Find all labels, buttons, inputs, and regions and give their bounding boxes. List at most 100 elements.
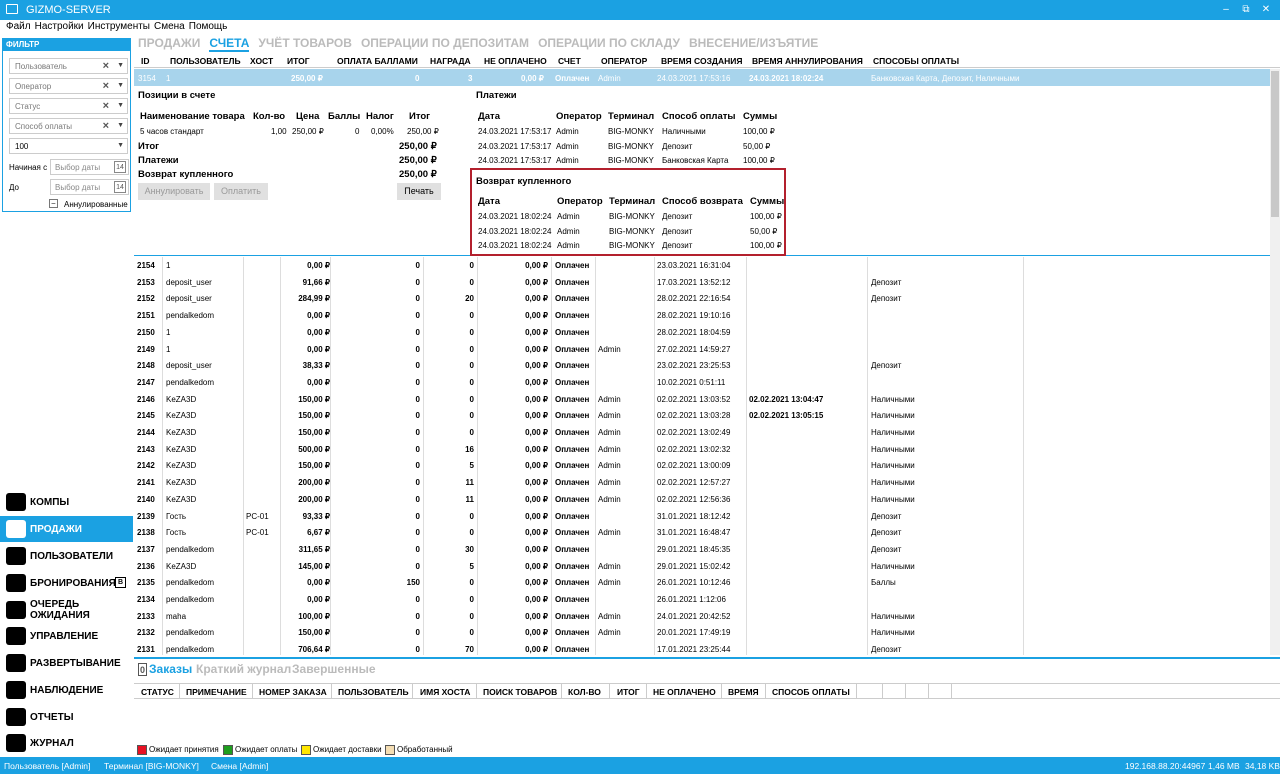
chevron-down-icon[interactable]: ▼ xyxy=(117,82,124,89)
pay-button[interactable]: Оплатить xyxy=(214,183,268,200)
annul-button[interactable]: Аннулировать xyxy=(138,183,210,200)
sidebar-item-9[interactable]: ЖУРНАЛ xyxy=(0,730,133,756)
col-order-time[interactable]: ВРЕМЯ xyxy=(728,687,759,697)
col-order-total[interactable]: ИТОГ xyxy=(617,687,640,697)
tab-stock-operations[interactable]: ОПЕРАЦИИ ПО СКЛАДУ xyxy=(538,36,680,50)
col-unpaid[interactable]: НЕ ОПЛАЧЕНО xyxy=(484,56,547,66)
tab-product-accounting[interactable]: УЧЁТ ТОВАРОВ xyxy=(258,36,352,50)
vertical-scrollbar[interactable] xyxy=(1270,69,1280,655)
sidebar-item-4[interactable]: ОЧЕРЕДЬ ОЖИДАНИЯ xyxy=(0,597,133,623)
clear-icon[interactable]: × xyxy=(103,80,109,92)
col-annulled[interactable]: ВРЕМЯ АННУЛИРОВАНИЯ xyxy=(752,56,863,66)
table-row[interactable]: 2136 KeZA3D 145,00 ₽ 0 5 0,00 ₽ Оплачен Admin 29… xyxy=(134,558,1270,575)
operator-filter-combo[interactable]: Оператор × ▼ xyxy=(9,78,128,94)
table-row[interactable]: 2137 pendalkedom 311,65 ₽ 0 30 0,00 ₽ Оплачен 2… xyxy=(134,541,1270,558)
user-filter-combo[interactable]: Пользователь × ▼ xyxy=(9,58,128,74)
table-row[interactable]: 2135 pendalkedom 0,00 ₽ 150 0 0,00 ₽ Оплачен Ad… xyxy=(134,574,1270,591)
table-row[interactable]: 2131 pendalkedom 706,64 ₽ 0 70 0,00 ₽ Оплачен 1… xyxy=(134,641,1270,655)
col-order-unpaid[interactable]: НЕ ОПЛАЧЕНО xyxy=(653,687,716,697)
table-row[interactable]: 2143 KeZA3D 500,00 ₽ 0 16 0,00 ₽ Оплачен Admin 0… xyxy=(134,441,1270,458)
table-row[interactable]: 2133 maha 100,00 ₽ 0 0 0,00 ₽ Оплачен Admin 24.0… xyxy=(134,608,1270,625)
clear-icon[interactable]: × xyxy=(103,100,109,112)
col-order-note[interactable]: ПРИМЕЧАНИЕ xyxy=(186,687,247,697)
tab-completed[interactable]: Завершенные xyxy=(292,662,376,676)
col-order-host[interactable]: ИМЯ ХОСТА xyxy=(420,687,470,697)
annulled-checkbox[interactable]: – xyxy=(49,199,58,208)
sidebar-item-8[interactable]: ОТЧЕТЫ xyxy=(0,704,133,730)
calendar-icon[interactable]: 14 xyxy=(114,181,126,193)
sidebar-item-5[interactable]: УПРАВЛЕНИЕ xyxy=(0,623,133,649)
table-row[interactable]: 2147 pendalkedom 0,00 ₽ 0 0 0,00 ₽ Оплачен 10.0… xyxy=(134,374,1270,391)
close-button[interactable]: ✕ xyxy=(1256,2,1276,18)
menu-settings[interactable]: Настройки xyxy=(35,20,84,34)
table-row[interactable]: 2141 KeZA3D 200,00 ₽ 0 11 0,00 ₽ Оплачен Admin 0… xyxy=(134,474,1270,491)
paymethod-filter-combo[interactable]: Способ оплаты × ▼ xyxy=(9,118,128,134)
print-button[interactable]: Печать xyxy=(397,183,441,200)
table-row[interactable]: 2152 deposit_user 284,99 ₽ 0 20 0,00 ₽ Оплачен… xyxy=(134,290,1270,307)
tab-sales[interactable]: ПРОДАЖИ xyxy=(138,36,200,50)
chevron-down-icon[interactable]: ▼ xyxy=(117,62,124,69)
col-order-qty[interactable]: КОЛ-ВО xyxy=(568,687,601,697)
col-methods[interactable]: СПОСОБЫ ОПЛАТЫ xyxy=(873,56,959,66)
table-row[interactable]: 2138 Гость PC-01 6,67 ₽ 0 0 0,00 ₽ Оплачен Admin… xyxy=(134,524,1270,541)
tab-bills[interactable]: СЧЕТА xyxy=(209,36,250,52)
menu-file[interactable]: Файл xyxy=(6,20,31,34)
scrollbar-thumb[interactable] xyxy=(1271,71,1279,217)
sidebar-item-1[interactable]: ПРОДАЖИ xyxy=(0,516,133,542)
table-row[interactable]: 2149 1 0,00 ₽ 0 0 0,00 ₽ Оплачен Admin 27.02.202… xyxy=(134,341,1270,358)
maximize-button[interactable]: ⧉ xyxy=(1236,2,1256,18)
tab-orders[interactable]: Заказы xyxy=(149,662,192,676)
table-row[interactable]: 2145 KeZA3D 150,00 ₽ 0 0 0,00 ₽ Оплачен Admin 02… xyxy=(134,407,1270,424)
table-row[interactable]: 2140 KeZA3D 200,00 ₽ 0 11 0,00 ₽ Оплачен Admin 0… xyxy=(134,491,1270,508)
col-total[interactable]: ИТОГ xyxy=(287,56,310,66)
calendar-icon[interactable]: 14 xyxy=(114,161,126,173)
menu-tools[interactable]: Инструменты xyxy=(88,20,150,34)
table-row[interactable]: 2144 KeZA3D 150,00 ₽ 0 0 0,00 ₽ Оплачен Admin 02… xyxy=(134,424,1270,441)
table-row[interactable]: 2146 KeZA3D 150,00 ₽ 0 0 0,00 ₽ Оплачен Admin 02… xyxy=(134,391,1270,408)
sidebar-item-7[interactable]: НАБЛЮДЕНИЕ xyxy=(0,677,133,703)
tab-deposit-operations[interactable]: ОПЕРАЦИИ ПО ДЕПОЗИТАМ xyxy=(361,36,529,50)
sidebar-item-6[interactable]: РАЗВЕРТЫВАНИЕ xyxy=(0,650,133,676)
col-order-product[interactable]: ПОИСК ТОВАРОВ xyxy=(483,687,557,697)
tab-short-log[interactable]: Краткий журнал xyxy=(196,662,291,676)
col-order-method[interactable]: СПОСОБ ОПЛАТЫ xyxy=(772,687,850,697)
col-order-user[interactable]: ПОЛЬЗОВАТЕЛЬ xyxy=(338,687,409,697)
sidebar-item-2[interactable]: ПОЛЬЗОВАТЕЛИ xyxy=(0,543,133,569)
minimize-button[interactable]: – xyxy=(1216,2,1236,18)
status-filter-combo[interactable]: Статус × ▼ xyxy=(9,98,128,114)
table-row[interactable]: 2142 KeZA3D 150,00 ₽ 0 5 0,00 ₽ Оплачен Admin 02… xyxy=(134,457,1270,474)
cell-created: 02.02.2021 13:03:52 xyxy=(657,394,731,404)
table-row[interactable]: 2150 1 0,00 ₽ 0 0 0,00 ₽ Оплачен 28.02.2021 18:… xyxy=(134,324,1270,341)
chevron-down-icon[interactable]: ▼ xyxy=(117,122,124,129)
col-operator[interactable]: ОПЕРАТОР xyxy=(601,56,647,66)
table-row[interactable]: 2151 pendalkedom 0,00 ₽ 0 0 0,00 ₽ Оплачен 28.0… xyxy=(134,307,1270,324)
col-host[interactable]: ХОСТ xyxy=(250,56,273,66)
col-status[interactable]: СЧЕТ xyxy=(558,56,581,66)
start-date-picker[interactable]: Выбор даты 14 xyxy=(50,159,129,175)
table-row[interactable]: 2148 deposit_user 38,33 ₽ 0 0 0,00 ₽ Оплачен 23… xyxy=(134,357,1270,374)
end-date-picker[interactable]: Выбор даты 14 xyxy=(50,179,129,195)
col-created[interactable]: ВРЕМЯ СОЗДАНИЯ xyxy=(661,56,742,66)
table-row[interactable]: 2134 pendalkedom 0,00 ₽ 0 0 0,00 ₽ Оплачен 26.0… xyxy=(134,591,1270,608)
sidebar-item-3[interactable]: БРОНИРОВАНИЯ B xyxy=(0,570,133,596)
table-row[interactable]: 2154 1 0,00 ₽ 0 0 0,00 ₽ Оплачен 23.03.2021 16:… xyxy=(134,257,1270,274)
sidebar-item-0[interactable]: КОМПЫ xyxy=(0,489,133,515)
clear-icon[interactable]: × xyxy=(103,120,109,132)
col-order-number[interactable]: НОМЕР ЗАКАЗА xyxy=(259,687,327,697)
col-points[interactable]: ОПЛАТА БАЛЛАМИ xyxy=(337,56,418,66)
col-order-status[interactable]: СТАТУС xyxy=(141,687,174,697)
col-user[interactable]: ПОЛЬЗОВАТЕЛЬ xyxy=(170,56,241,66)
table-row[interactable]: 2132 pendalkedom 150,00 ₽ 0 0 0,00 ₽ Оплачен Ad… xyxy=(134,624,1270,641)
limit-combo[interactable]: 100 ▼ xyxy=(9,138,128,154)
table-row[interactable]: 2153 deposit_user 91,66 ₽ 0 0 0,00 ₽ Оплачен 17… xyxy=(134,274,1270,291)
tab-cash-in-out[interactable]: ВНЕСЕНИЕ/ИЗЪЯТИЕ xyxy=(689,36,818,50)
menu-help[interactable]: Помощь xyxy=(189,20,228,34)
col-id[interactable]: ID xyxy=(141,56,150,66)
table-row[interactable]: 2139 Гость PC-01 93,33 ₽ 0 0 0,00 ₽ Оплачен 31.0… xyxy=(134,508,1270,525)
chevron-down-icon[interactable]: ▼ xyxy=(117,102,124,109)
selected-row[interactable]: 3154 1 250,00 ₽ 0 3 0,00 ₽ Оплачен Admin… xyxy=(134,69,1270,86)
col-reward[interactable]: НАГРАДА xyxy=(430,56,471,66)
clear-icon[interactable]: × xyxy=(103,60,109,72)
chevron-down-icon[interactable]: ▼ xyxy=(117,142,124,149)
menu-shift[interactable]: Смена xyxy=(154,20,185,34)
